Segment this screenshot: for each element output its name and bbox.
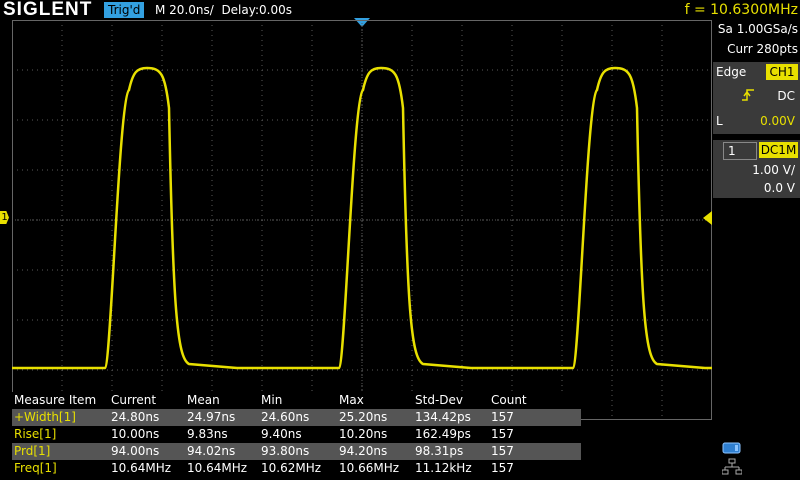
measure-max: 10.20ns: [339, 427, 388, 441]
trigger-level-label: L: [716, 114, 723, 128]
measure-count: 157: [491, 427, 514, 441]
measurement-row[interactable]: Rise[1] 10.00ns 9.83ns 9.40ns 10.20ns 16…: [12, 426, 581, 443]
column-header: Std-Dev: [415, 393, 463, 407]
channel1-offset-marker[interactable]: 1: [0, 211, 9, 224]
measure-current: 94.00ns: [109, 443, 185, 460]
trigger-source-badge[interactable]: CH1: [766, 64, 798, 80]
usb-icon: [722, 442, 741, 454]
channel-vertical-scale: 1.00 V/: [752, 163, 795, 177]
measure-item: Prd[1]: [12, 443, 109, 460]
rising-edge-icon: [742, 89, 754, 101]
measure-min: 9.40ns: [261, 427, 302, 441]
trigger-level-marker[interactable]: [703, 211, 712, 225]
measure-current: 10.64MHz: [111, 461, 172, 475]
measurement-header-row: Measure Item Current Mean Min Max Std-De…: [12, 392, 581, 409]
network-icon: [722, 458, 742, 475]
measure-min: 24.60ns: [259, 409, 337, 426]
measure-max: 94.20ns: [337, 443, 413, 460]
measure-mean: 94.02ns: [185, 443, 259, 460]
measure-mean: 10.64MHz: [187, 461, 248, 475]
measure-item: +Width[1]: [12, 409, 109, 426]
trigger-status-badge: Trig'd: [104, 2, 145, 18]
measure-item: Rise[1]: [14, 427, 57, 441]
measure-min: 93.80ns: [259, 443, 337, 460]
channel-number: 1: [723, 142, 757, 160]
trigger-panel[interactable]: Edge CH1 DC L 0.00V: [713, 62, 800, 134]
measurement-table: Measure Item Current Mean Min Max Std-De…: [12, 392, 581, 478]
brand-logo: SIGLENT: [3, 0, 93, 20]
column-header: Count: [491, 393, 527, 407]
timebase-value: M 20.0ns/: [155, 3, 214, 17]
column-header: Mean: [187, 393, 220, 407]
measure-stddev: 134.42ps: [413, 409, 489, 426]
measure-mean: 9.83ns: [187, 427, 228, 441]
sample-rate: Sa 1.00GSa/s: [717, 22, 798, 36]
measure-current: 24.80ns: [109, 409, 185, 426]
trigger-type: Edge: [716, 65, 747, 79]
measure-stddev: 11.12kHz: [415, 461, 472, 475]
channel1-panel[interactable]: 1 DC1M 1.00 V/ 0.0 V: [713, 140, 800, 198]
measure-count: 157: [489, 409, 581, 426]
waveform-display: [12, 20, 712, 420]
measure-count: 157: [491, 461, 514, 475]
memory-depth: Curr 280pts: [727, 42, 798, 56]
channel-offset: 0.0 V: [763, 181, 795, 195]
measurement-row[interactable]: Prd[1] 94.00ns 94.02ns 93.80ns 94.20ns 9…: [12, 443, 581, 460]
top-status-bar: SIGLENT Trig'd M 20.0ns/ Delay:0.00s f =…: [0, 0, 800, 20]
column-header: Measure Item: [14, 393, 97, 407]
column-header: Current: [111, 393, 157, 407]
trigger-coupling: DC: [777, 89, 795, 103]
column-header: Max: [339, 393, 364, 407]
delay-value: Delay:0.00s: [221, 3, 292, 17]
measure-current: 10.00ns: [111, 427, 160, 441]
measure-item: Freq[1]: [14, 461, 57, 475]
measure-stddev: 98.31ps: [413, 443, 489, 460]
measure-min: 10.62MHz: [261, 461, 322, 475]
measure-count: 157: [489, 443, 581, 460]
measure-stddev: 162.49ps: [415, 427, 471, 441]
column-header: Min: [261, 393, 283, 407]
frequency-counter: f = 10.6300MHz: [684, 2, 798, 18]
measurement-row[interactable]: Freq[1] 10.64MHz 10.64MHz 10.62MHz 10.66…: [12, 460, 581, 477]
channel-coupling-badge[interactable]: DC1M: [759, 142, 798, 158]
measurement-row[interactable]: +Width[1] 24.80ns 24.97ns 24.60ns 25.20n…: [12, 409, 581, 426]
trigger-level-value: 0.00V: [760, 114, 795, 128]
timebase-readout[interactable]: M 20.0ns/ Delay:0.00s: [155, 2, 292, 18]
measure-max: 25.20ns: [337, 409, 413, 426]
measure-mean: 24.97ns: [185, 409, 259, 426]
measure-max: 10.66MHz: [339, 461, 400, 475]
